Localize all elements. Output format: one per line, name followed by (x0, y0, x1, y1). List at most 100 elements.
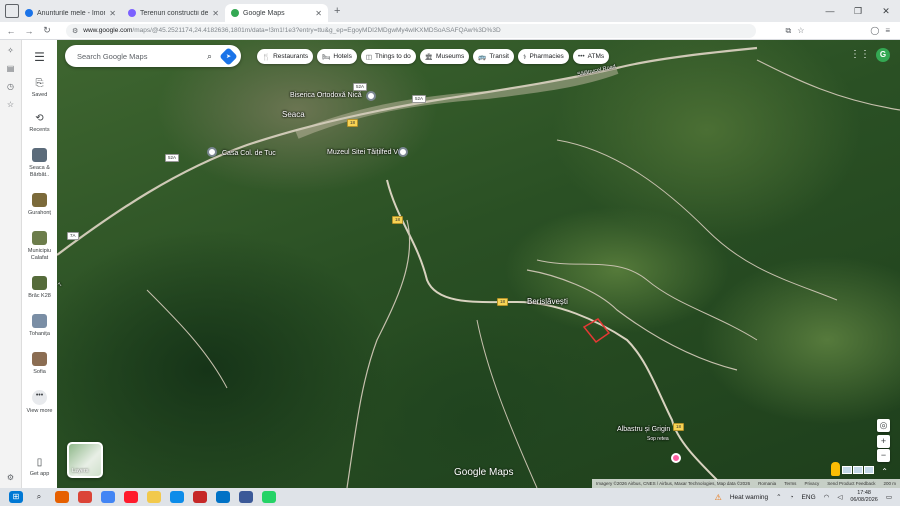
tab-terenuri[interactable]: Terenuri constructii de vanzare ✕ (122, 4, 225, 22)
terrain-thumb[interactable] (842, 466, 852, 474)
back-arrow-icon[interactable]: ← (4, 26, 18, 36)
directions-button[interactable]: ➤ (219, 46, 238, 66)
my-location-icon[interactable]: ◎ (877, 419, 890, 432)
chip-transit[interactable]: 🚌 Transit (473, 49, 514, 64)
file-explorer-icon[interactable] (147, 491, 161, 503)
chrome-profile-icon[interactable] (101, 491, 115, 503)
minimize-button[interactable]: — (816, 6, 844, 17)
favorites-icon[interactable]: ☆ (7, 100, 14, 109)
chip-atms[interactable]: ••• ATMs (572, 49, 610, 64)
forward-arrow-icon[interactable]: → (22, 26, 36, 36)
chrome-icon[interactable] (78, 491, 92, 503)
edge-icon[interactable] (170, 491, 184, 503)
museum-poi-icon[interactable] (398, 147, 408, 157)
app-icon[interactable] (239, 491, 253, 503)
region-link[interactable]: Romania (758, 481, 776, 486)
url-field[interactable]: ⚙ www.google.com/maps/@45.2521174,24.418… (66, 23, 756, 38)
chip-museums[interactable]: 🏛 Museums (419, 49, 470, 64)
search-icon[interactable]: ⌕ (32, 491, 46, 503)
place-label-albastru[interactable]: Albastru și Grigin (617, 426, 670, 433)
collections-icon[interactable]: ▤ (7, 64, 15, 73)
screenshot-icon[interactable]: ⧉ (785, 26, 791, 36)
bookmark-icon: ⎘ (35, 78, 44, 89)
firefox-icon[interactable] (55, 491, 69, 503)
recents-button[interactable]: ⟲ Recents (23, 113, 57, 134)
settings-gear-icon[interactable]: ⚙ (7, 473, 14, 482)
expand-icon[interactable]: ⌃ (881, 467, 888, 476)
place-label-museum[interactable]: Muzeul Sitei Tăițilfed Vei (327, 149, 403, 156)
chevron-up-icon[interactable]: ⌃ (776, 493, 781, 501)
search-icon[interactable]: ⌕ (207, 51, 212, 62)
opera-icon[interactable] (124, 491, 138, 503)
hamburger-menu-icon[interactable]: ☰ (34, 50, 45, 64)
close-tab-icon[interactable]: ✕ (212, 9, 219, 18)
place-label: Municipiu Calafat (27, 248, 52, 261)
get-app-button[interactable]: ▯ Get app (23, 457, 57, 478)
close-tab-icon[interactable]: ✕ (315, 9, 322, 18)
new-tab-button[interactable]: + (334, 5, 340, 17)
recent-place-tohanita[interactable]: Tohanița (23, 314, 57, 338)
tab-google-maps[interactable]: Google Maps ✕ (225, 4, 328, 22)
tab-imoradar[interactable]: Anunturile mele - Imoradar24 ✕ (19, 4, 122, 22)
tab-actions-icon[interactable] (5, 4, 19, 18)
layers-button[interactable]: Layers (67, 442, 103, 478)
map-type-thumbnails[interactable] (842, 466, 874, 474)
street-view-pegman-icon[interactable] (831, 462, 840, 476)
copilot-icon[interactable]: ✧ (7, 46, 14, 55)
privacy-link[interactable]: Privacy (804, 481, 819, 486)
search-input[interactable] (77, 51, 207, 61)
chip-things-to-do[interactable]: ◫ Things to do (360, 49, 416, 64)
refresh-icon[interactable]: ↻ (40, 25, 54, 36)
favorite-star-icon[interactable]: ☆ (797, 26, 804, 36)
google-apps-icon[interactable]: ⋮⋮ (850, 49, 870, 60)
place-label: Gurahonț (28, 210, 51, 216)
whatsapp-icon[interactable] (262, 491, 276, 503)
profile-icon[interactable]: ◯ (870, 26, 879, 36)
view-more-button[interactable]: ••• View more (23, 390, 57, 415)
clock[interactable]: 17:48 06/08/2026 (850, 490, 878, 504)
language-indicator[interactable]: ENG (802, 494, 816, 501)
wifi-icon[interactable]: ◠ (824, 493, 830, 501)
place-label-berislavesti[interactable]: Berislăvești (527, 297, 568, 306)
windows-start-icon[interactable]: ⊞ (9, 491, 23, 503)
place-label-seaca[interactable]: Seaca (282, 110, 305, 119)
maximize-button[interactable]: ❐ (844, 6, 872, 17)
scale-bar[interactable]: 200 m (883, 481, 896, 486)
browser-menu-icon[interactable]: ≡ (885, 26, 890, 36)
transit-thumb[interactable] (864, 466, 874, 474)
volume-icon[interactable]: ◁ (837, 493, 842, 501)
account-avatar[interactable]: G (876, 48, 890, 62)
place-label-casa[interactable]: Casa Col. de Tuc (222, 150, 276, 157)
church-poi-icon[interactable] (366, 91, 376, 101)
recent-place-gurahont[interactable]: Gurahonț (23, 193, 57, 217)
recent-place-sofia[interactable]: Sofia (23, 352, 57, 376)
traffic-thumb[interactable] (853, 466, 863, 474)
recent-place-seaca[interactable]: Seaca & Bărbăt.. (23, 148, 57, 179)
site-info-icon[interactable]: ⚙ (72, 27, 78, 35)
weather-text[interactable]: Heat warning (730, 494, 768, 501)
place-poi-icon[interactable] (207, 147, 217, 157)
close-tab-icon[interactable]: ✕ (109, 9, 116, 18)
chip-pharmacies[interactable]: ⚕ Pharmacies (517, 49, 569, 64)
chip-hotels[interactable]: 🛏 Hotels (317, 49, 357, 64)
map-canvas[interactable]: ⌕ ➤ 🍴Restaurants 🛏Hotels ◫Things to do 🏛… (57, 40, 900, 488)
recent-place-brac[interactable]: Brăc K28 (23, 276, 57, 300)
notification-icon[interactable]: ▭ (886, 493, 892, 501)
shop-poi-icon[interactable] (671, 453, 681, 463)
saved-button[interactable]: ⎘ Saved (23, 78, 57, 99)
mail-icon[interactable] (216, 491, 230, 503)
zoom-out-button[interactable]: − (877, 449, 890, 462)
warning-icon[interactable]: ⚠ (715, 493, 722, 502)
close-window-button[interactable]: ✕ (872, 6, 900, 17)
zoom-in-button[interactable]: + (877, 435, 890, 448)
place-label: Sofia (33, 369, 46, 375)
recent-place-calafat[interactable]: Municipiu Calafat (23, 231, 57, 262)
chip-restaurants[interactable]: 🍴 Restaurants (257, 49, 314, 64)
address-bar: ← → ↻ ⚙ www.google.com/maps/@45.2521174,… (0, 22, 900, 40)
history-icon[interactable]: ◷ (7, 82, 14, 91)
feedback-link[interactable]: Send Product Feedback (827, 481, 875, 486)
terms-link[interactable]: Terms (784, 481, 796, 486)
place-label-church[interactable]: Biserica Ortodoxă Nică (290, 92, 362, 99)
app-icon[interactable] (193, 491, 207, 503)
network-icon[interactable]: ◔ (790, 494, 794, 501)
